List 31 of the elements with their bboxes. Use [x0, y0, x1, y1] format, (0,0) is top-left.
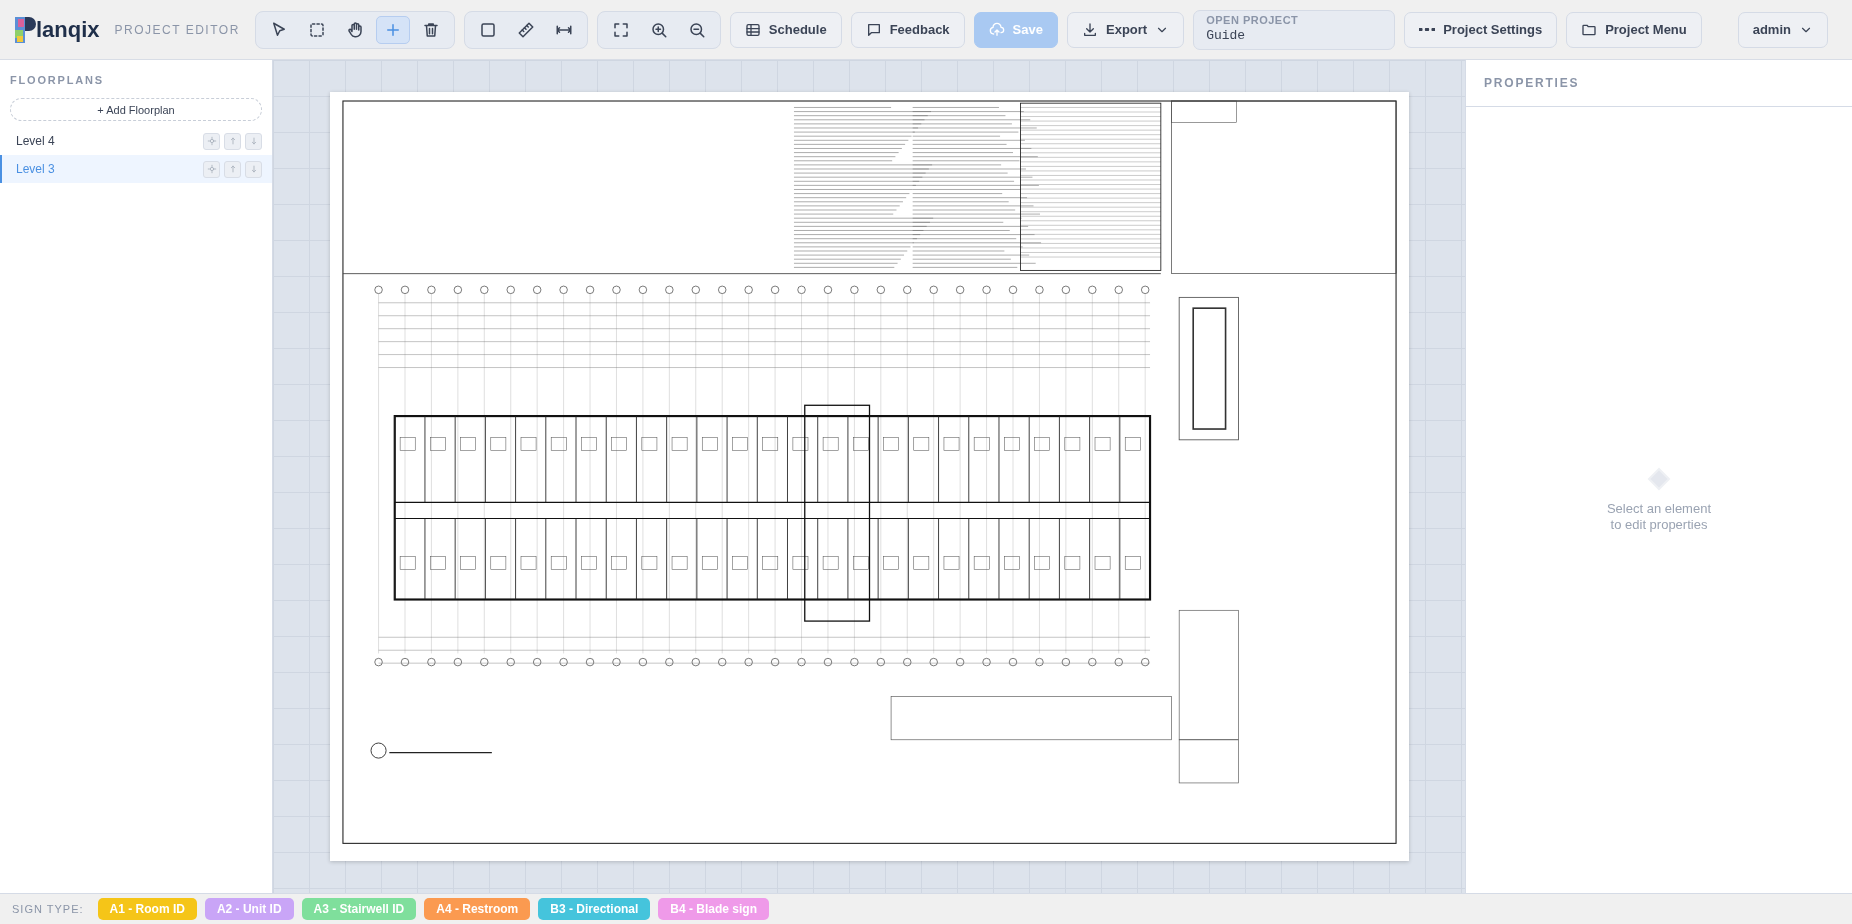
- feedback-button[interactable]: Feedback: [850, 11, 965, 48]
- sidebar-title: FLOORPLANS: [10, 73, 105, 88]
- download-icon: [1082, 21, 1098, 38]
- cloud-upload-icon: [988, 21, 1005, 38]
- dashed-square-icon: [307, 20, 326, 39]
- export-button[interactable]: Export: [1067, 11, 1185, 48]
- diamond-icon: [1647, 466, 1671, 491]
- speech-bubble-icon: [865, 21, 882, 38]
- sign-type-label: SIGN TYPE:: [12, 901, 84, 917]
- add-floorplan-button[interactable]: + Add Floorplan: [10, 98, 262, 122]
- square-icon: [478, 20, 497, 39]
- fit-screen-icon: [611, 20, 630, 39]
- table-icon: [744, 21, 761, 38]
- floorplan-name: Level 4: [16, 133, 55, 151]
- zoom-in-icon: [649, 20, 668, 39]
- logo-text: lanqix: [36, 16, 100, 44]
- empty-message: Select an element to edit properties: [1605, 500, 1713, 534]
- trash-icon: [421, 20, 440, 39]
- floorplan-name: Level 3: [16, 161, 55, 179]
- schedule-button[interactable]: Schedule: [729, 11, 842, 48]
- open-project-field[interactable]: OPEN PROJECT Guide: [1193, 9, 1396, 50]
- ruler-icon: [516, 20, 535, 39]
- user-menu-button[interactable]: admin: [1737, 11, 1828, 48]
- hand-icon: [345, 20, 364, 39]
- section-label: PROJECT EDITOR: [114, 21, 240, 39]
- project-settings-button[interactable]: Project Settings: [1404, 11, 1558, 48]
- zoom-out-icon: [687, 20, 706, 39]
- more-icon: [1419, 28, 1436, 31]
- logo-icon: [14, 15, 36, 44]
- project-menu-button[interactable]: Project Menu: [1566, 11, 1702, 48]
- panel-title: PROPERTIES: [1466, 60, 1852, 107]
